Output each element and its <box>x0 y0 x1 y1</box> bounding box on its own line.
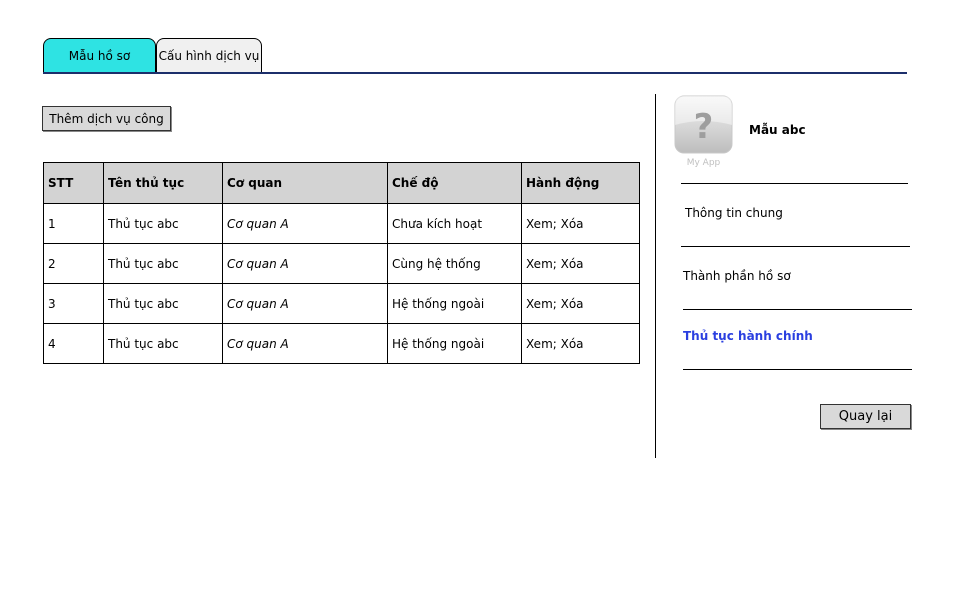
add-service-button[interactable]: Thêm dịch vụ công <box>42 106 171 131</box>
cell-actions[interactable]: Xem; Xóa <box>521 323 640 364</box>
divider-line <box>681 183 908 184</box>
svg-text:?: ? <box>694 107 714 147</box>
tab-cau-hinh-dich-vu[interactable]: Cấu hình dịch vụ <box>156 38 262 72</box>
cell-actions[interactable]: Xem; Xóa <box>521 203 640 244</box>
back-button-label: Quay lại <box>838 409 893 424</box>
cell-co-quan: Cơ quan A <box>222 203 388 244</box>
template-title: Mẫu abc <box>749 123 806 137</box>
divider-line <box>681 246 910 247</box>
tab-underline <box>43 72 907 74</box>
cell-actions[interactable]: Xem; Xóa <box>521 243 640 284</box>
procedures-table: STT Tên thủ tục Cơ quan Chế độ Hành động… <box>43 162 640 364</box>
column-header-hanh-dong: Hành động <box>521 162 640 204</box>
tab-label: Cấu hình dịch vụ <box>158 48 260 63</box>
column-header-che-do: Chế độ <box>387 162 522 204</box>
cell-co-quan: Cơ quan A <box>222 283 388 324</box>
cell-che-do: Cùng hệ thống <box>387 243 522 284</box>
column-header-stt: STT <box>43 162 104 204</box>
cell-che-do: Hệ thống ngoài <box>387 323 522 364</box>
app-icon-caption: My App <box>687 158 721 168</box>
cell-stt: 3 <box>43 283 104 324</box>
page: Mẫu hồ sơ Cấu hình dịch vụ Thêm dịch vụ … <box>0 0 960 600</box>
tab-label: Mẫu hồ sơ <box>68 48 131 63</box>
cell-ten-thu-tuc: Thủ tục abc <box>103 203 223 244</box>
add-service-label: Thêm dịch vụ công <box>49 111 164 126</box>
cell-ten-thu-tuc: Thủ tục abc <box>103 323 223 364</box>
table-row: 2 Thủ tục abc Cơ quan A Cùng hệ thống Xe… <box>43 243 640 284</box>
table-row: 3 Thủ tục abc Cơ quan A Hệ thống ngoài X… <box>43 283 640 324</box>
cell-stt: 1 <box>43 203 104 244</box>
cell-stt: 4 <box>43 323 104 364</box>
cell-che-do: Chưa kích hoạt <box>387 203 522 244</box>
cell-co-quan: Cơ quan A <box>222 243 388 284</box>
table-row: 1 Thủ tục abc Cơ quan A Chưa kích hoạt X… <box>43 203 640 244</box>
cell-che-do: Hệ thống ngoài <box>387 283 522 324</box>
sidebar-item-thong-tin-chung[interactable]: Thông tin chung <box>685 206 783 220</box>
cell-ten-thu-tuc: Thủ tục abc <box>103 283 223 324</box>
cell-actions[interactable]: Xem; Xóa <box>521 283 640 324</box>
cell-stt: 2 <box>43 243 104 284</box>
table-row: 4 Thủ tục abc Cơ quan A Hệ thống ngoài X… <box>43 323 640 364</box>
tab-mau-ho-so[interactable]: Mẫu hồ sơ <box>43 38 156 72</box>
sidebar-item-thu-tuc-hanh-chinh[interactable]: Thủ tục hành chính <box>683 329 813 343</box>
divider-line <box>683 309 912 310</box>
cell-ten-thu-tuc: Thủ tục abc <box>103 243 223 284</box>
divider-line <box>683 369 912 370</box>
panel-divider <box>655 94 656 458</box>
question-app-icon: ? My App <box>674 95 733 169</box>
sidebar-item-thanh-phan-ho-so[interactable]: Thành phần hồ sơ <box>683 269 791 283</box>
back-button[interactable]: Quay lại <box>820 404 911 429</box>
column-header-co-quan: Cơ quan <box>222 162 388 204</box>
table-header-row: STT Tên thủ tục Cơ quan Chế độ Hành động <box>43 162 640 204</box>
column-header-ten-thu-tuc: Tên thủ tục <box>103 162 223 204</box>
cell-co-quan: Cơ quan A <box>222 323 388 364</box>
